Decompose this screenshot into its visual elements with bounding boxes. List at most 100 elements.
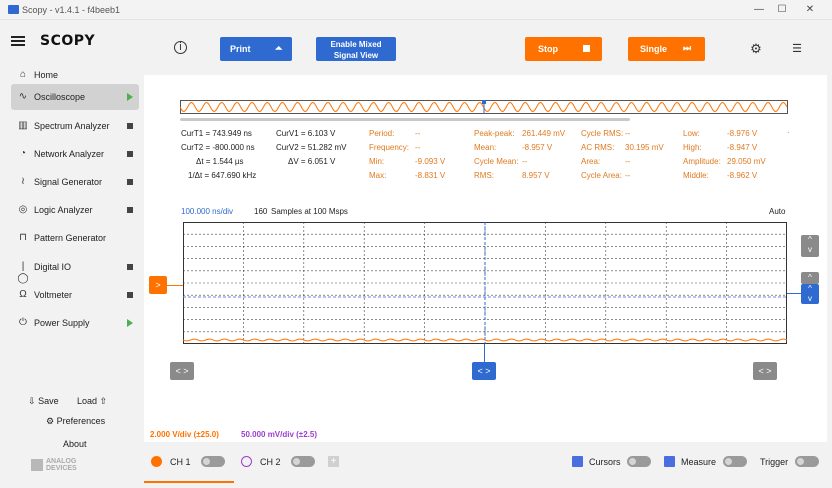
cursors-toggle[interactable] [627,456,651,467]
spectrum-icon: ▥ [18,120,28,131]
measurement-value: 261.449 mV [522,129,566,138]
digital-io-icon: |◯ [17,261,29,284]
sidebar-item-signal-generator[interactable]: ≀ Signal Generator [11,169,139,195]
info-icon[interactable]: i [174,41,187,54]
sidebar-item-voltmeter[interactable]: Ω Voltmeter [11,282,139,308]
hamburger-menu-icon[interactable] [11,36,25,46]
ch1-offset-marker [167,285,183,286]
measurement-label: Cycle Mean: [474,157,519,166]
window-title: Scopy - v1.4.1 - f4beeb1 [22,5,121,15]
single-button[interactable]: Single ⏭ [628,37,705,61]
ch2-color-dot[interactable] [241,456,252,467]
stop-button[interactable]: Stop [525,37,602,61]
pattern-generator-icon: ⊓ [19,232,27,243]
measurement-value: -8.831 V [415,171,446,180]
enable-mixed-signal-button[interactable]: Enable Mixed Signal View [316,37,396,61]
trigger-toggle[interactable] [795,456,819,467]
ch1-color-dot[interactable] [151,456,162,467]
mixed-signal-label-1: Enable Mixed [330,40,382,49]
cursors-icon [572,456,583,467]
ch1-tab[interactable]: CH 1 [170,457,191,467]
voltage-cursor-connector [787,293,801,294]
sidebar-item-label: Signal Generator [34,177,103,187]
load-button[interactable]: Load ⇧ [77,396,107,407]
samples-rate: Samples at 100 Msps [271,207,348,216]
measurement-label: AC RMS: [581,143,615,152]
home-icon: ⌂ [19,69,27,80]
add-channel-button[interactable]: + [328,456,339,467]
measurement-value: -- [625,129,631,138]
analog-devices-logo [31,459,43,471]
cursors-label[interactable]: Cursors [589,457,621,467]
cursor-t2: CurT2 = -800.000 ns [181,143,255,152]
measurement-label: RMS: [474,171,494,180]
maximize-button[interactable]: ☐ [775,3,789,17]
minimize-button[interactable]: — [752,3,766,17]
measurement-label: Peak-peak: [474,129,515,138]
logic-analyzer-icon: ◎ [18,204,28,215]
step-icon: ⏭ [683,43,692,53]
stop-icon [583,45,590,52]
save-button[interactable]: ⇩ Save [28,396,59,407]
ch1-offset-handle[interactable]: > [149,276,167,294]
sidebar-item-label: Voltmeter [34,290,73,300]
cursor-v2: CurV2 = 51.282 mV [276,143,347,152]
measurement-value: -8.962 V [727,171,758,180]
app-icon [8,5,19,14]
running-indicator-icon [127,319,133,327]
ch2-scale-label: 50.000 mV/div (±2.5) [241,430,317,439]
measurement-value: -- [625,171,631,180]
ch1-toggle[interactable] [201,456,225,467]
sidebar-item-power-supply[interactable]: ⏻ Power Supply [11,310,139,336]
sidebar-item-logic-analyzer[interactable]: ◎ Logic Analyzer [11,197,139,223]
time-cursor-handle[interactable]: < > [472,362,496,380]
measure-label[interactable]: Measure [681,457,716,467]
measurement-value: -9.093 V [415,157,446,166]
sidebar-item-spectrum-analyzer[interactable]: ▥ Spectrum Analyzer [11,113,139,139]
stopped-indicator-icon [127,207,133,213]
ch2-tab[interactable]: CH 2 [260,457,281,467]
voltage-cursor-handle-up: ^ [808,284,812,293]
stopped-indicator-icon [127,264,133,270]
oscilloscope-plot[interactable] [183,222,787,344]
ch2-toggle[interactable] [291,456,315,467]
measurement-label: Min: [369,157,385,166]
print-button[interactable]: Print ⏶ [220,37,292,61]
time-cursor-right-handle[interactable]: < > [753,362,777,380]
scroll-up-down-button[interactable]: ^ v [801,235,819,257]
voltage-cursor-handle[interactable]: ^ v [801,284,819,304]
measurement-value: -- [522,157,528,166]
sidebar-item-oscilloscope[interactable]: ∿ Oscilloscope [11,84,139,110]
overview-scrollbar[interactable] [180,118,630,121]
ch1-scale-label: 2.000 V/div (±25.0) [150,430,219,439]
close-button[interactable]: ✕ [803,3,817,17]
sidebar-item-pattern-generator[interactable]: ⊓ Pattern Generator [11,225,139,251]
print-options-icon: ⏶ [275,43,283,53]
timebase-label: 100.000 ns/div [181,207,234,216]
measurement-value: -8.947 V [727,143,758,152]
network-icon: ◔ [19,148,27,159]
about-link[interactable]: About [63,439,87,449]
stopped-indicator-icon [127,151,133,157]
voltage-cursor-handle-down: v [808,294,812,303]
measurement-label: Period: [369,129,395,138]
measurement-label: Amplitude: [683,157,721,166]
trigger-label[interactable]: Trigger [760,457,788,467]
measurement-label: Cycle Area: [581,171,622,180]
sidebar-item-label: Power Supply [34,318,90,328]
voltage-cursor-up-button[interactable]: ^ [801,272,819,284]
measure-toggle[interactable] [723,456,747,467]
sidebar-item-network-analyzer[interactable]: ◔ Network Analyzer [11,141,139,167]
time-cursor-left-handle[interactable]: < > [170,362,194,380]
general-settings-icon[interactable]: ☰ [790,42,804,56]
scroll-down-label: v [808,245,812,254]
settings-gear-icon[interactable]: ⚙ [749,42,763,56]
overview-strip[interactable] [180,100,788,114]
voltmeter-icon: Ω [19,289,27,300]
preferences-button[interactable]: ⚙ Preferences [46,416,105,427]
load-icon: ⇧ [99,396,108,406]
measurement-value: -- [625,157,631,166]
sidebar-item-digital-io[interactable]: |◯ Digital IO [11,254,139,284]
preferences-label: Preferences [56,416,106,426]
cursor-v1: CurV1 = 6.103 V [276,129,336,138]
